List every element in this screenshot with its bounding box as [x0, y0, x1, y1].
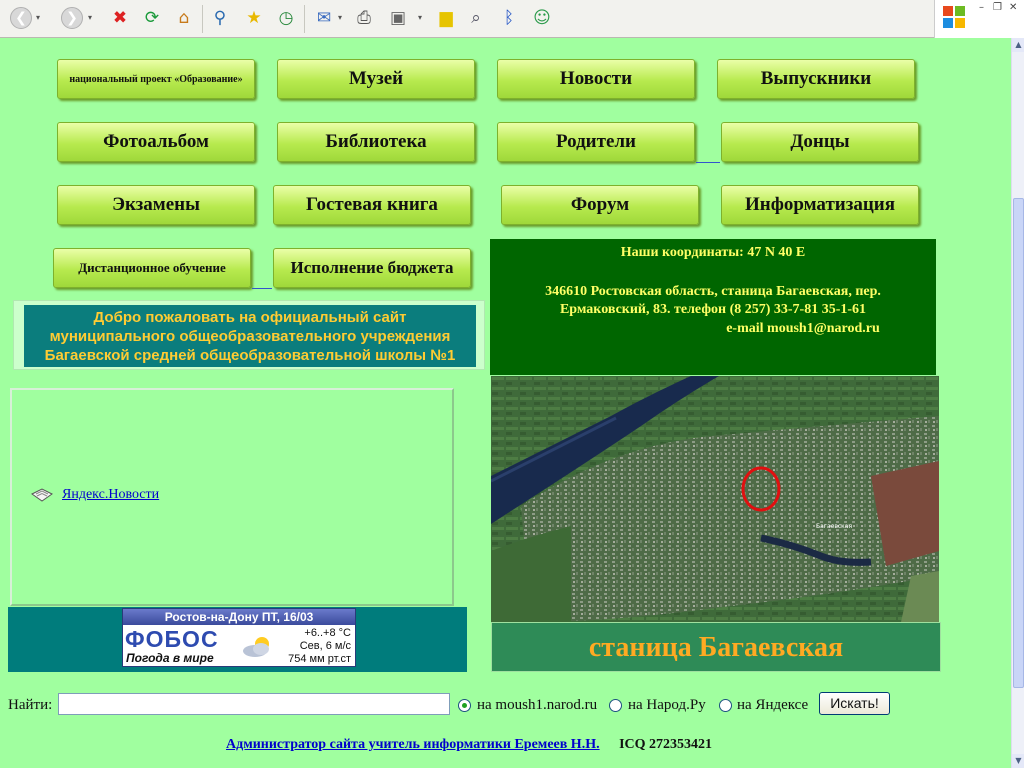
radio-site-label[interactable]: на moush1.narod.ru — [477, 697, 597, 714]
mail-icon[interactable]: ✉ — [312, 6, 336, 30]
weather-wind: Сев, 6 м/с — [299, 640, 351, 652]
nav-button-museum[interactable]: Музей — [277, 59, 475, 99]
weather-city-date: Ростов-на-Дону ПТ, 16/03 — [123, 609, 355, 625]
search-label: Найти: — [8, 697, 53, 713]
weather-values: +6..+8 °C Сев, 6 м/с 754 мм рт.ст — [288, 627, 351, 666]
nav-button-budget[interactable]: Исполнение бюджета — [273, 248, 471, 288]
welcome-banner: Добро пожаловать на официальный сайт мун… — [24, 305, 476, 367]
close-icon[interactable]: ✕ — [1009, 2, 1017, 13]
home-icon[interactable]: ⌂ — [172, 6, 196, 30]
admin-link[interactable]: Администратор сайта учитель информатики … — [226, 737, 600, 752]
radio-site-search[interactable] — [458, 699, 471, 712]
nav-button-parents[interactable]: Родители — [497, 122, 695, 162]
footer: Администратор сайта учитель информатики … — [226, 737, 712, 753]
weather-informer[interactable]: Ростов-на-Дону ПТ, 16/03 ФОБОС Погода в … — [122, 608, 356, 667]
welcome-line-2: муниципального общеобразовательного учре… — [49, 328, 451, 345]
email-text: e-mail moush1@narod.ru — [726, 321, 880, 336]
notes-icon[interactable]: ▆ — [434, 6, 458, 30]
forward-icon[interactable]: ❯ — [60, 6, 84, 30]
weather-temperature: +6..+8 °C — [304, 627, 351, 639]
nav-button-forum[interactable]: Форум — [501, 185, 699, 225]
history-icon[interactable]: ◷ — [274, 6, 298, 30]
address-line-2: Ермаковский, 83. телефон (8 257) 33-7-81… — [559, 302, 867, 317]
weather-subtitle: Погода в мире — [126, 651, 214, 665]
contacts-panel: Наши координаты: 47 N 40 E 346610 Ростов… — [490, 239, 936, 375]
favorites-icon[interactable]: ★ — [242, 6, 266, 30]
fobos-logo: ФОБОС — [125, 626, 219, 652]
address-line-1: 346610 Ростовская область, станица Багае… — [545, 284, 881, 299]
messenger-icon[interactable]: ☺ — [530, 6, 554, 30]
vertical-scrollbar[interactable]: ▲ ▼ — [1011, 38, 1024, 768]
weather-pressure: 754 мм рт.ст — [288, 653, 351, 665]
welcome-banner-frame: Добро пожаловать на официальный сайт мун… — [13, 300, 485, 370]
newspaper-icon — [31, 488, 53, 502]
nav-button-distance-learning[interactable]: Дистанционное обучение — [53, 248, 251, 288]
radio-yandex-label[interactable]: на Яндексе — [737, 697, 808, 714]
back-icon[interactable]: ❮ — [9, 6, 33, 30]
scroll-down-icon[interactable]: ▼ — [1012, 754, 1024, 768]
restore-icon[interactable]: ❐ — [993, 2, 1002, 13]
view-icon[interactable]: ▣ — [386, 6, 410, 30]
minimize-icon[interactable]: – — [979, 2, 984, 13]
scrollbar-thumb[interactable] — [1013, 198, 1024, 688]
nav-button-education-project[interactable]: национальный проект «Образование» — [57, 59, 255, 99]
icq-number: ICQ 272353421 — [619, 737, 713, 752]
windows-flag-icon — [943, 6, 965, 28]
nav-button-dontsy[interactable]: Донцы — [721, 122, 919, 162]
chevron-down-icon[interactable]: ▾ — [338, 13, 342, 22]
search-form: Найти: на moush1.narod.ru на Народ.Ру на… — [8, 692, 908, 718]
refresh-icon[interactable]: ⟳ — [140, 6, 164, 30]
welcome-line-1: Добро пожаловать на официальный сайт — [93, 309, 407, 326]
radio-narod-search[interactable] — [609, 699, 622, 712]
bluetooth-icon[interactable]: ᛒ — [497, 6, 521, 30]
research-icon[interactable]: ⌕ — [464, 6, 488, 30]
cloudy-weather-icon — [243, 637, 269, 657]
search-input[interactable] — [58, 693, 450, 715]
scroll-up-icon[interactable]: ▲ — [1012, 38, 1024, 52]
nav-button-news[interactable]: Новости — [497, 59, 695, 99]
coordinates-text: Наши координаты: 47 N 40 E — [620, 245, 806, 260]
nav-button-exams[interactable]: Экзамены — [57, 185, 255, 225]
windows-logo-area: – ❐ ✕ — [934, 0, 1024, 38]
nav-button-graduates[interactable]: Выпускники — [717, 59, 915, 99]
chevron-down-icon[interactable]: ▾ — [418, 13, 422, 22]
yandex-news-label[interactable]: Яндекс.Новости — [62, 487, 159, 503]
satellite-map: Багаевская — [491, 376, 939, 622]
yandex-news-link[interactable]: Яндекс.Новости — [30, 486, 159, 504]
search-button[interactable]: Искать! — [819, 692, 890, 715]
welcome-line-3: Багаевской средней общеобразовательной ш… — [44, 347, 456, 364]
browser-toolbar: ❮ ▾ ❯ ▾ ✖ ⟳ ⌂ ⚲ ★ ◷ ✉ ▾ ⎙ ▣ ▾ ▆ ⌕ ᛒ ☺ – … — [0, 0, 1024, 38]
nav-button-photo-album[interactable]: Фотоальбом — [57, 122, 255, 162]
chevron-down-icon[interactable]: ▾ — [88, 13, 92, 22]
search-icon[interactable]: ⚲ — [208, 6, 232, 30]
map-town-label: Багаевская — [816, 523, 852, 530]
stop-icon[interactable]: ✖ — [108, 6, 132, 30]
nav-button-library[interactable]: Библиотека — [277, 122, 475, 162]
print-icon[interactable]: ⎙ — [352, 6, 376, 30]
news-frame: Яндекс.Новости — [10, 388, 454, 606]
radio-narod-label[interactable]: на Народ.Ру — [628, 697, 706, 714]
chevron-down-icon[interactable]: ▾ — [36, 13, 40, 22]
nav-button-informatization[interactable]: Информатизация — [721, 185, 919, 225]
map-caption: станица Багаевская — [491, 622, 941, 672]
radio-yandex-search[interactable] — [719, 699, 732, 712]
nav-button-guestbook[interactable]: Гостевая книга — [273, 185, 471, 225]
